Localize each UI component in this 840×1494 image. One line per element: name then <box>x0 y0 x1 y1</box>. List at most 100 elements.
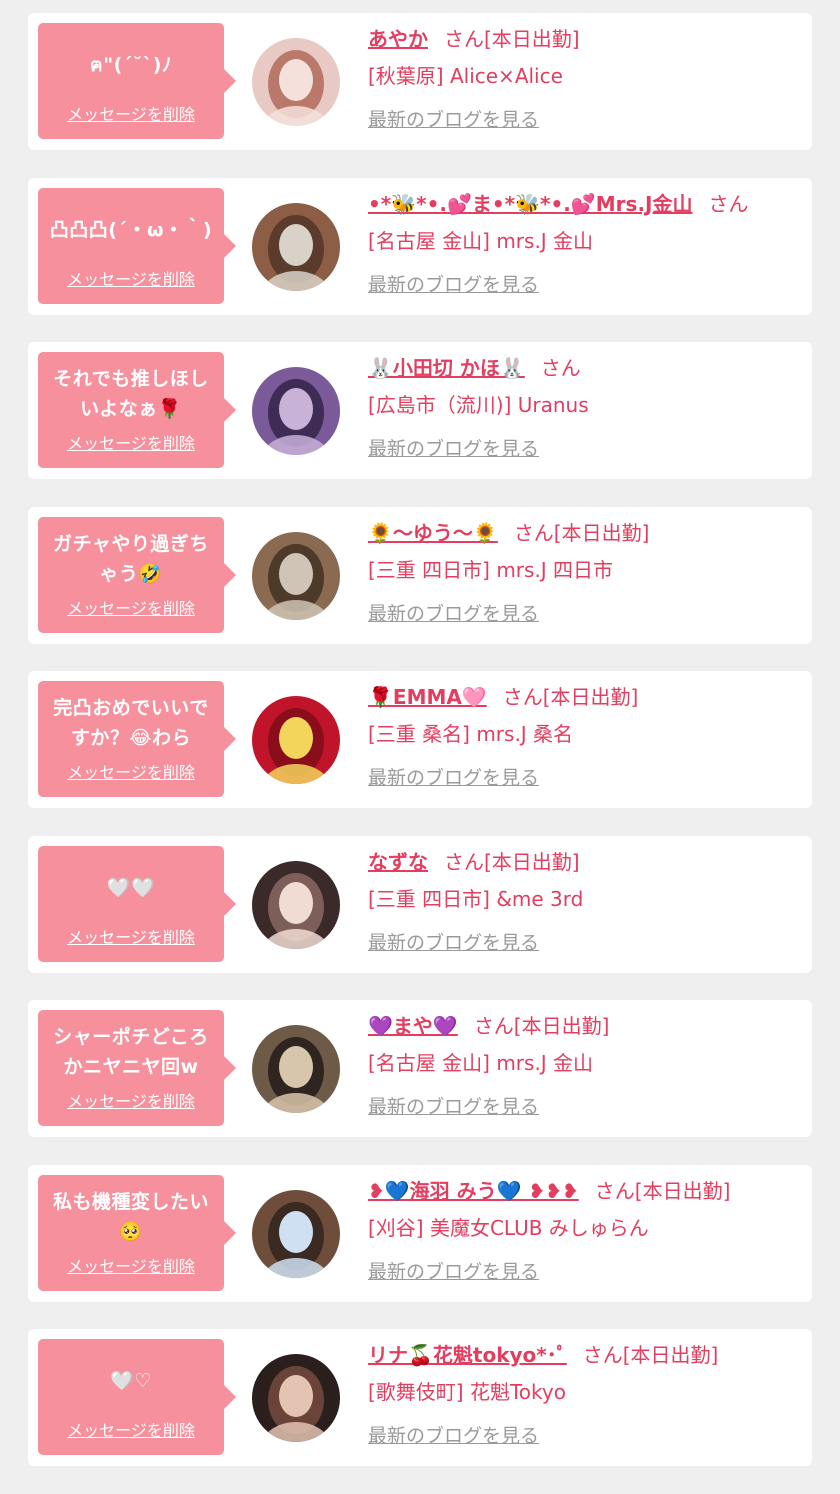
message-card: ガチャやり過ぎちゃう🤣 メッセージを削除 🌻〜ゆう〜🌻 さん[本日出勤] [三重 … <box>28 506 812 644</box>
name-line: 🐰小田切 かほ🐰 さん <box>368 350 808 386</box>
avatar-face <box>279 1210 313 1253</box>
name-suffix: さん[本日出勤] <box>473 1014 610 1038</box>
avatar-photo <box>252 1025 340 1113</box>
shop-label: [刈谷] 美魔女CLUB みしゅらん <box>368 1215 649 1240</box>
name-line: •*🐝*•.💕ま•*🐝*•.💕Mrs.J金山 さん <box>368 186 808 222</box>
cast-name-link[interactable]: 💜まや💜 <box>368 1014 458 1038</box>
message-bubble: ฅ"(ˊ˘ˋ)ﾉ メッセージを削除 <box>38 23 236 139</box>
name-line: リナ🍒花魁tokyo*･ﾟ さん[本日出勤] <box>368 1337 808 1373</box>
avatar[interactable] <box>252 1025 340 1113</box>
delete-message-link[interactable]: メッセージを削除 <box>46 595 216 619</box>
message-text: ฅ"(ˊ˘ˋ)ﾉ <box>90 54 172 76</box>
latest-blog-link[interactable]: 最新のブログを見る <box>368 270 539 297</box>
cast-info: 🌹EMMA🩷 さん[本日出勤] [三重 桑名] mrs.J 桑名 最新のブログを見… <box>368 679 808 790</box>
cast-info: リナ🍒花魁tokyo*･ﾟ さん[本日出勤] [歌舞伎町] 花魁Tokyo 最新の… <box>368 1337 808 1448</box>
latest-blog-link[interactable]: 最新のブログを見る <box>368 599 539 626</box>
avatar-face <box>279 223 313 266</box>
avatar-face <box>279 717 313 759</box>
avatar-photo <box>252 202 340 291</box>
message-card: 🤍🤍 メッセージを削除 なずな さん[本日出勤] [三重 四日市] &me 3rd… <box>28 835 812 973</box>
message-bubble: 🤍🤍 メッセージを削除 <box>38 845 236 962</box>
avatar-photo <box>252 531 340 620</box>
avatar[interactable] <box>252 38 340 126</box>
delete-message-link[interactable]: メッセージを削除 <box>46 266 216 290</box>
cast-name-link[interactable]: •*🐝*•.💕ま•*🐝*•.💕Mrs.J金山 <box>368 192 692 216</box>
message-text: ガチャやり過ぎちゃう🤣 <box>53 532 209 585</box>
avatar-face <box>279 388 313 430</box>
avatar[interactable] <box>252 860 340 949</box>
message-card: 完凸おめでいいですか？😂わら メッセージを削除 🌹EMMA🩷 さん[本日出勤] [… <box>28 671 812 808</box>
message-card: シャーポチどころかニヤニヤ回w メッセージを削除 💜まや💜 さん[本日出勤] [名… <box>28 1000 812 1137</box>
shop-label: [名古屋 金山] mrs.J 金山 <box>368 1051 594 1075</box>
delete-message-link[interactable]: メッセージを削除 <box>46 430 216 454</box>
avatar-photo <box>252 860 340 949</box>
message-text: シャーポチどころかニヤニヤ回w <box>53 1026 209 1078</box>
cast-name-link[interactable]: 🌻〜ゆう〜🌻 <box>368 521 498 545</box>
message-text: 凸凸凸(´・ω・｀) <box>49 218 213 241</box>
name-line: 💜まや💜 さん[本日出勤] <box>368 1008 808 1044</box>
cast-name-link[interactable]: あやか <box>368 27 428 51</box>
delete-message-link[interactable]: メッセージを削除 <box>46 924 216 948</box>
cast-info: 🌻〜ゆう〜🌻 さん[本日出勤] [三重 四日市] mrs.J 四日市 最新のブログ… <box>368 515 808 626</box>
message-bubble: 🤍♡ メッセージを削除 <box>38 1339 236 1455</box>
avatar-face <box>279 59 313 101</box>
cast-info: •*🐝*•.💕ま•*🐝*•.💕Mrs.J金山 さん [名古屋 金山] mrs.J … <box>368 186 808 297</box>
name-suffix: さん <box>540 356 581 380</box>
avatar-face <box>279 552 313 595</box>
delete-message-link[interactable]: メッセージを削除 <box>46 1253 216 1277</box>
avatar[interactable] <box>252 531 340 620</box>
name-suffix: さん <box>708 191 749 216</box>
cast-info: なずな さん[本日出勤] [三重 四日市] &me 3rd 最新のブログを見る <box>368 844 808 955</box>
shop-label: [三重 四日市] mrs.J 四日市 <box>368 557 614 582</box>
cast-info: 🐰小田切 かほ🐰 さん [広島市（流川)] Uranus 最新のブログを見る <box>368 350 808 461</box>
shop-label: [三重 四日市] &me 3rd <box>368 886 584 911</box>
message-bubble: 私も機種変したい🥺 メッセージを削除 <box>38 1174 236 1291</box>
message-card: それでも推しほしいよなぁ🌹 メッセージを削除 🐰小田切 かほ🐰 さん [広島市（流… <box>28 342 812 479</box>
latest-blog-link[interactable]: 最新のブログを見る <box>368 1092 539 1119</box>
cast-info: ❥💙海羽 みう💙 ❥❥❥ さん[本日出勤] [刈谷] 美魔女CLUB みしゅらん … <box>368 1173 808 1284</box>
name-suffix: さん[本日出勤] <box>502 685 639 709</box>
avatar[interactable] <box>252 1189 340 1278</box>
avatar[interactable] <box>252 1354 340 1442</box>
delete-message-link[interactable]: メッセージを削除 <box>46 101 216 125</box>
shop-label: [歌舞伎町] 花魁Tokyo <box>368 1380 566 1404</box>
message-card: 私も機種変したい🥺 メッセージを削除 ❥💙海羽 みう💙 ❥❥❥ さん[本日出勤] … <box>28 1164 812 1302</box>
delete-message-link[interactable]: メッセージを削除 <box>46 1417 216 1441</box>
name-suffix: さん[本日出勤] <box>582 1343 719 1367</box>
delete-message-link[interactable]: メッセージを削除 <box>46 1088 216 1112</box>
cast-name-link[interactable]: リナ🍒花魁tokyo*･ﾟ <box>368 1343 567 1367</box>
latest-blog-link[interactable]: 最新のブログを見る <box>368 763 539 790</box>
cast-name-link[interactable]: なずな <box>368 850 428 874</box>
name-line: ❥💙海羽 みう💙 ❥❥❥ さん[本日出勤] <box>368 1173 808 1209</box>
avatar[interactable] <box>252 202 340 291</box>
avatar-face <box>279 1046 313 1088</box>
message-bubble: 完凸おめでいいですか？😂わら メッセージを削除 <box>38 681 236 797</box>
latest-blog-link[interactable]: 最新のブログを見る <box>368 434 539 461</box>
avatar-photo <box>252 1354 340 1442</box>
message-text: 🤍🤍 <box>106 876 156 899</box>
avatar[interactable] <box>252 367 340 455</box>
avatar-photo <box>252 696 340 784</box>
message-text: それでも推しほしいよなぁ🌹 <box>53 368 209 420</box>
avatar-face <box>279 1375 313 1417</box>
name-line: あやか さん[本日出勤] <box>368 21 808 57</box>
cast-name-link[interactable]: ❥💙海羽 みう💙 ❥❥❥ <box>368 1179 579 1203</box>
latest-blog-link[interactable]: 最新のブログを見る <box>368 928 539 955</box>
name-line: 🌻〜ゆう〜🌻 さん[本日出勤] <box>368 515 808 551</box>
avatar-photo <box>252 38 340 126</box>
avatar[interactable] <box>252 696 340 784</box>
latest-blog-link[interactable]: 最新のブログを見る <box>368 105 539 132</box>
delete-message-link[interactable]: メッセージを削除 <box>46 759 216 783</box>
cast-name-link[interactable]: 🌹EMMA🩷 <box>368 685 487 709</box>
name-suffix: さん[本日出勤] <box>594 1178 731 1203</box>
message-bubble: シャーポチどころかニヤニヤ回w メッセージを削除 <box>38 1010 236 1126</box>
message-text: 🤍♡ <box>110 1370 152 1392</box>
shop-label: [三重 桑名] mrs.J 桑名 <box>368 722 574 746</box>
avatar-face <box>279 881 313 924</box>
latest-blog-link[interactable]: 最新のブログを見る <box>368 1421 539 1448</box>
favorites-message-list: ฅ"(ˊ˘ˋ)ﾉ メッセージを削除 あやか さん[本日出勤] [秋葉原] Alic… <box>0 0 840 1494</box>
message-bubble: それでも推しほしいよなぁ🌹 メッセージを削除 <box>38 352 236 468</box>
avatar-photo <box>252 367 340 455</box>
cast-name-link[interactable]: 🐰小田切 かほ🐰 <box>368 356 525 380</box>
latest-blog-link[interactable]: 最新のブログを見る <box>368 1257 539 1284</box>
